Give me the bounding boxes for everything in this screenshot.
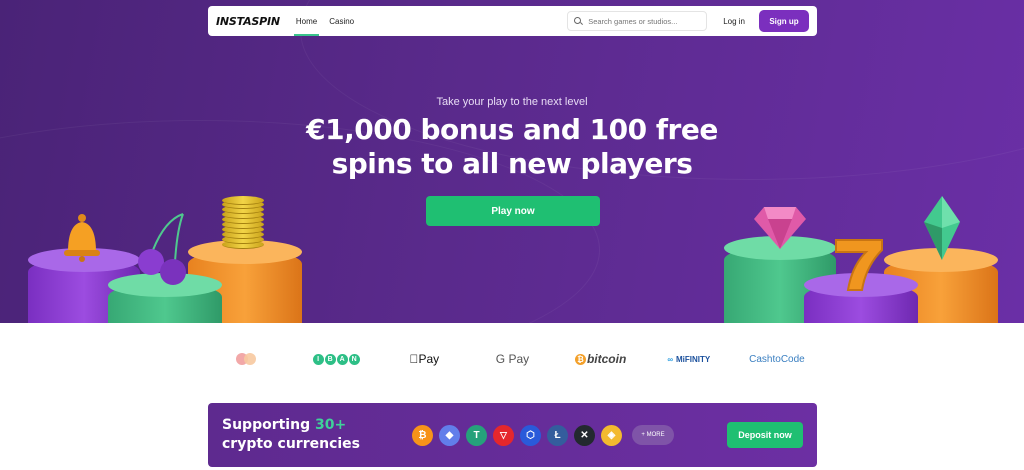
cashtocode-label: CashtoCode <box>749 353 805 365</box>
iban-letter: B <box>324 353 336 365</box>
ethereum-icon: ◆ <box>439 424 460 446</box>
xrp-icon: ✕ <box>574 424 595 446</box>
apple-pay-logo:  Pay <box>384 346 464 372</box>
chainlink-icon: ⬡ <box>520 424 541 446</box>
iban-letter: I <box>312 353 324 365</box>
cherries-icon <box>138 213 186 285</box>
google-pay-logo: G Pay <box>472 346 552 372</box>
top-navbar: INSTASPIN Home Casino Log in Sign up <box>208 6 817 36</box>
tab-casino[interactable]: Casino <box>329 6 354 36</box>
mifinity-icon: ∞ <box>667 354 674 364</box>
headline-line-2: spins to all new players <box>331 147 693 180</box>
hero-headline: €1,000 bonus and 100 free spins to all n… <box>0 113 1024 181</box>
headline-line-1: €1,000 bonus and 100 free <box>306 113 718 146</box>
mifinity-label: MiFINITY <box>676 354 711 364</box>
login-button[interactable]: Log in <box>723 17 745 26</box>
litecoin-icon: Ł <box>547 424 568 446</box>
crypto-count: 30+ <box>314 417 347 433</box>
mastercard-icon <box>236 353 260 365</box>
crypto-title-line2: crypto currencies <box>222 436 360 452</box>
crypto-coins-list: ₿ ◆ T ▽ ⬡ Ł ✕ ◈ + MORE <box>412 424 674 446</box>
tether-icon: T <box>466 424 487 446</box>
search-box[interactable] <box>567 11 708 31</box>
bnb-icon: ◈ <box>601 424 622 446</box>
search-icon <box>574 16 583 26</box>
hero-tagline: Take your play to the next level <box>436 96 588 108</box>
bitcoin-icon: ₿ <box>574 353 586 365</box>
tron-icon: ▽ <box>493 424 514 446</box>
bitcoin-logo: ₿ bitcoin <box>561 346 641 372</box>
iban-letter: N <box>348 353 360 365</box>
tab-home[interactable]: Home <box>293 6 320 36</box>
apple-icon:  <box>409 352 418 366</box>
google-pay-label: G Pay <box>495 352 530 366</box>
green-crystal-icon <box>924 196 960 260</box>
crypto-banner: Supporting 30+ crypto currencies ₿ ◆ T ▽… <box>208 403 817 467</box>
play-now-button[interactable]: Play now <box>426 196 600 226</box>
lucky-seven-icon <box>835 239 883 291</box>
bitcoin-label: bitcoin <box>586 352 627 366</box>
site-logo[interactable]: INSTASPIN <box>216 15 280 28</box>
apple-pay-label: Pay <box>413 352 439 366</box>
iban-logo: I B A N <box>296 346 376 372</box>
bitcoin-icon: ₿ <box>412 424 433 446</box>
hero-banner: INSTASPIN Home Casino Log in Sign up Tak… <box>0 0 1024 323</box>
bell-icon <box>64 214 100 262</box>
deposit-now-button[interactable]: Deposit now <box>727 422 803 448</box>
crypto-title: Supporting 30+ crypto currencies <box>222 416 412 454</box>
more-coins-button[interactable]: + MORE <box>632 425 674 445</box>
search-input[interactable] <box>588 16 699 26</box>
mifinity-logo: ∞ MiFINITY <box>649 346 729 372</box>
payment-methods-row: I B A N  Pay G Pay ₿ bitcoin ∞ MiFINITY… <box>208 346 817 372</box>
signup-button[interactable]: Sign up <box>759 10 809 32</box>
iban-letter: A <box>336 353 348 365</box>
cashtocode-logo: CashtoCode <box>737 346 817 372</box>
pink-diamond-icon <box>754 207 806 249</box>
crypto-title-prefix: Supporting <box>222 417 315 433</box>
mastercard-logo <box>208 346 288 372</box>
